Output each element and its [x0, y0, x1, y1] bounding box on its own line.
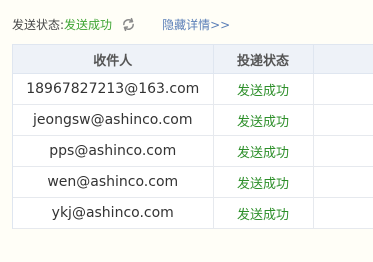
- table-header-row: 收件人 投递状态: [13, 45, 373, 74]
- delivery-status: 发送成功: [213, 104, 314, 136]
- recipient-email: ykj@ashinco.com: [13, 197, 214, 229]
- recipient-table-container: 收件人 投递状态 18967827213@163.com 发送成功 jeongs…: [12, 44, 373, 229]
- status-column-header: 投递状态: [213, 45, 314, 74]
- extra-cell: [313, 166, 373, 198]
- table-row: jeongsw@ashinco.com 发送成功: [13, 104, 373, 136]
- delivery-status: 发送成功: [213, 73, 314, 105]
- table-row: 18967827213@163.com 发送成功: [13, 73, 373, 105]
- recipient-email: jeongsw@ashinco.com: [13, 104, 214, 136]
- send-status-label: 发送状态:: [12, 17, 65, 32]
- delivery-status: 发送成功: [213, 197, 314, 229]
- table-row: ykj@ashinco.com 发送成功: [13, 197, 373, 229]
- extra-cell: [313, 135, 373, 167]
- delivery-status: 发送成功: [213, 166, 314, 198]
- extra-cell: [313, 197, 373, 229]
- recipient-column-header: 收件人: [13, 45, 214, 74]
- send-status-bar: 发送状态: 发送成功 隐藏详情>>: [12, 12, 230, 36]
- send-status-value: 发送成功: [64, 17, 113, 32]
- recipient-email: 18967827213@163.com: [13, 73, 214, 105]
- recipient-email: pps@ashinco.com: [13, 135, 214, 167]
- refresh-icon[interactable]: [120, 16, 136, 32]
- delivery-status: 发送成功: [213, 135, 314, 167]
- table-row: wen@ashinco.com 发送成功: [13, 166, 373, 198]
- extra-cell: [313, 104, 373, 136]
- recipient-status-table: 收件人 投递状态 18967827213@163.com 发送成功 jeongs…: [13, 45, 373, 229]
- hide-details-link[interactable]: 隐藏详情>>: [162, 16, 230, 33]
- extra-column-header: [313, 45, 373, 74]
- extra-cell: [313, 73, 373, 105]
- recipient-email: wen@ashinco.com: [13, 166, 214, 198]
- table-row: pps@ashinco.com 发送成功: [13, 135, 373, 167]
